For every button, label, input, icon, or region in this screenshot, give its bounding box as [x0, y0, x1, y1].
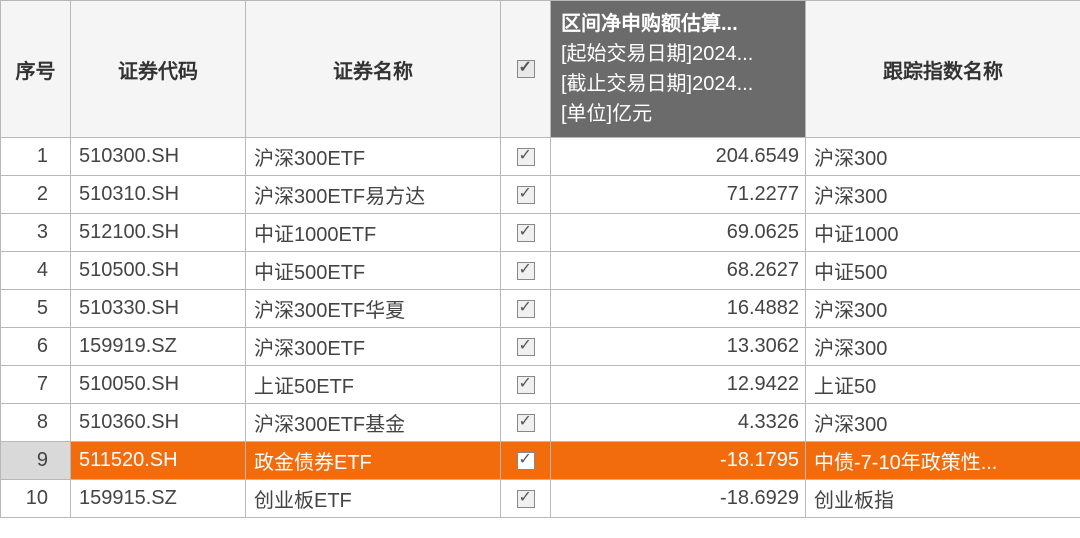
table-row[interactable]: 5510330.SH沪深300ETF华夏 16.4882沪深300	[1, 290, 1080, 328]
cell-name: 中证1000ETF	[246, 214, 501, 252]
cell-check[interactable]	[501, 442, 551, 480]
cell-number: 10	[1, 480, 71, 518]
cell-value: 16.4882	[551, 290, 806, 328]
cell-value: 68.2627	[551, 252, 806, 290]
header-value-title: 区间净申购额估算...	[561, 9, 795, 39]
cell-index: 沪深300	[806, 404, 1080, 442]
cell-name: 沪深300ETF易方达	[246, 176, 501, 214]
cell-index: 沪深300	[806, 176, 1080, 214]
table-header-row: 序号 证券代码 证券名称 区间净申购额估算... [起始交易日期]2024...…	[1, 1, 1080, 138]
table-row[interactable]: 7510050.SH上证50ETF 12.9422上证50	[1, 366, 1080, 404]
table-row[interactable]: 6159919.SZ沪深300ETF 13.3062沪深300	[1, 328, 1080, 366]
cell-number: 2	[1, 176, 71, 214]
table-row[interactable]: 10159915.SZ创业板ETF -18.6929创业板指	[1, 480, 1080, 518]
cell-code: 510310.SH	[71, 176, 246, 214]
cell-index: 创业板指	[806, 480, 1080, 518]
header-index[interactable]: 跟踪指数名称	[806, 1, 1080, 138]
cell-code: 510050.SH	[71, 366, 246, 404]
cell-value: 12.9422	[551, 366, 806, 404]
cell-value: 69.0625	[551, 214, 806, 252]
cell-value: 204.6549	[551, 138, 806, 176]
checkbox-icon[interactable]	[517, 148, 535, 166]
checkbox-icon[interactable]	[517, 490, 535, 508]
header-value-line3: [单位]亿元	[561, 99, 795, 129]
cell-check[interactable]	[501, 480, 551, 518]
cell-code: 510360.SH	[71, 404, 246, 442]
cell-value: 71.2277	[551, 176, 806, 214]
cell-number: 3	[1, 214, 71, 252]
cell-name: 沪深300ETF	[246, 328, 501, 366]
cell-value: -18.1795	[551, 442, 806, 480]
cell-code: 159915.SZ	[71, 480, 246, 518]
checkbox-icon[interactable]	[517, 186, 535, 204]
cell-name: 创业板ETF	[246, 480, 501, 518]
cell-name: 中证500ETF	[246, 252, 501, 290]
cell-check[interactable]	[501, 328, 551, 366]
cell-index: 中债-7-10年政策性...	[806, 442, 1080, 480]
cell-number: 6	[1, 328, 71, 366]
checkbox-icon[interactable]	[517, 224, 535, 242]
cell-code: 510500.SH	[71, 252, 246, 290]
cell-value: 4.3326	[551, 404, 806, 442]
header-value[interactable]: 区间净申购额估算... [起始交易日期]2024... [截止交易日期]2024…	[551, 1, 806, 138]
cell-code: 512100.SH	[71, 214, 246, 252]
cell-index: 中证1000	[806, 214, 1080, 252]
table-row[interactable]: 3512100.SH中证1000ETF 69.0625中证1000	[1, 214, 1080, 252]
cell-name: 沪深300ETF华夏	[246, 290, 501, 328]
table-row[interactable]: 9511520.SH政金债券ETF -18.1795中债-7-10年政策性...	[1, 442, 1080, 480]
cell-number: 7	[1, 366, 71, 404]
cell-number: 9	[1, 442, 71, 480]
checkbox-icon[interactable]	[517, 300, 535, 318]
header-code[interactable]: 证券代码	[71, 1, 246, 138]
cell-code: 159919.SZ	[71, 328, 246, 366]
cell-code: 510330.SH	[71, 290, 246, 328]
cell-name: 沪深300ETF	[246, 138, 501, 176]
checkbox-icon[interactable]	[517, 452, 535, 470]
cell-check[interactable]	[501, 214, 551, 252]
cell-name: 上证50ETF	[246, 366, 501, 404]
checkbox-icon[interactable]	[517, 262, 535, 280]
header-name[interactable]: 证券名称	[246, 1, 501, 138]
cell-check[interactable]	[501, 404, 551, 442]
cell-code: 511520.SH	[71, 442, 246, 480]
cell-number: 1	[1, 138, 71, 176]
cell-value: 13.3062	[551, 328, 806, 366]
cell-index: 沪深300	[806, 328, 1080, 366]
table-row[interactable]: 1510300.SH沪深300ETF 204.6549沪深300	[1, 138, 1080, 176]
table-row[interactable]: 8510360.SH沪深300ETF基金 4.3326沪深300	[1, 404, 1080, 442]
table-row[interactable]: 4510500.SH中证500ETF 68.2627中证500	[1, 252, 1080, 290]
cell-value: -18.6929	[551, 480, 806, 518]
cell-name: 沪深300ETF基金	[246, 404, 501, 442]
cell-number: 8	[1, 404, 71, 442]
cell-check[interactable]	[501, 138, 551, 176]
cell-check[interactable]	[501, 290, 551, 328]
cell-code: 510300.SH	[71, 138, 246, 176]
header-value-line2: [截止交易日期]2024...	[561, 69, 795, 99]
header-number[interactable]: 序号	[1, 1, 71, 138]
checkbox-icon[interactable]	[517, 338, 535, 356]
cell-number: 4	[1, 252, 71, 290]
cell-name: 政金债券ETF	[246, 442, 501, 480]
cell-check[interactable]	[501, 366, 551, 404]
cell-index: 中证500	[806, 252, 1080, 290]
cell-index: 沪深300	[806, 290, 1080, 328]
header-check[interactable]	[501, 1, 551, 138]
cell-number: 5	[1, 290, 71, 328]
cell-index: 沪深300	[806, 138, 1080, 176]
header-checkbox-icon[interactable]	[517, 60, 535, 78]
securities-table: 序号 证券代码 证券名称 区间净申购额估算... [起始交易日期]2024...…	[0, 0, 1080, 518]
checkbox-icon[interactable]	[517, 414, 535, 432]
cell-check[interactable]	[501, 252, 551, 290]
cell-index: 上证50	[806, 366, 1080, 404]
checkbox-icon[interactable]	[517, 376, 535, 394]
cell-check[interactable]	[501, 176, 551, 214]
table-row[interactable]: 2510310.SH沪深300ETF易方达 71.2277沪深300	[1, 176, 1080, 214]
header-value-line1: [起始交易日期]2024...	[561, 39, 795, 69]
